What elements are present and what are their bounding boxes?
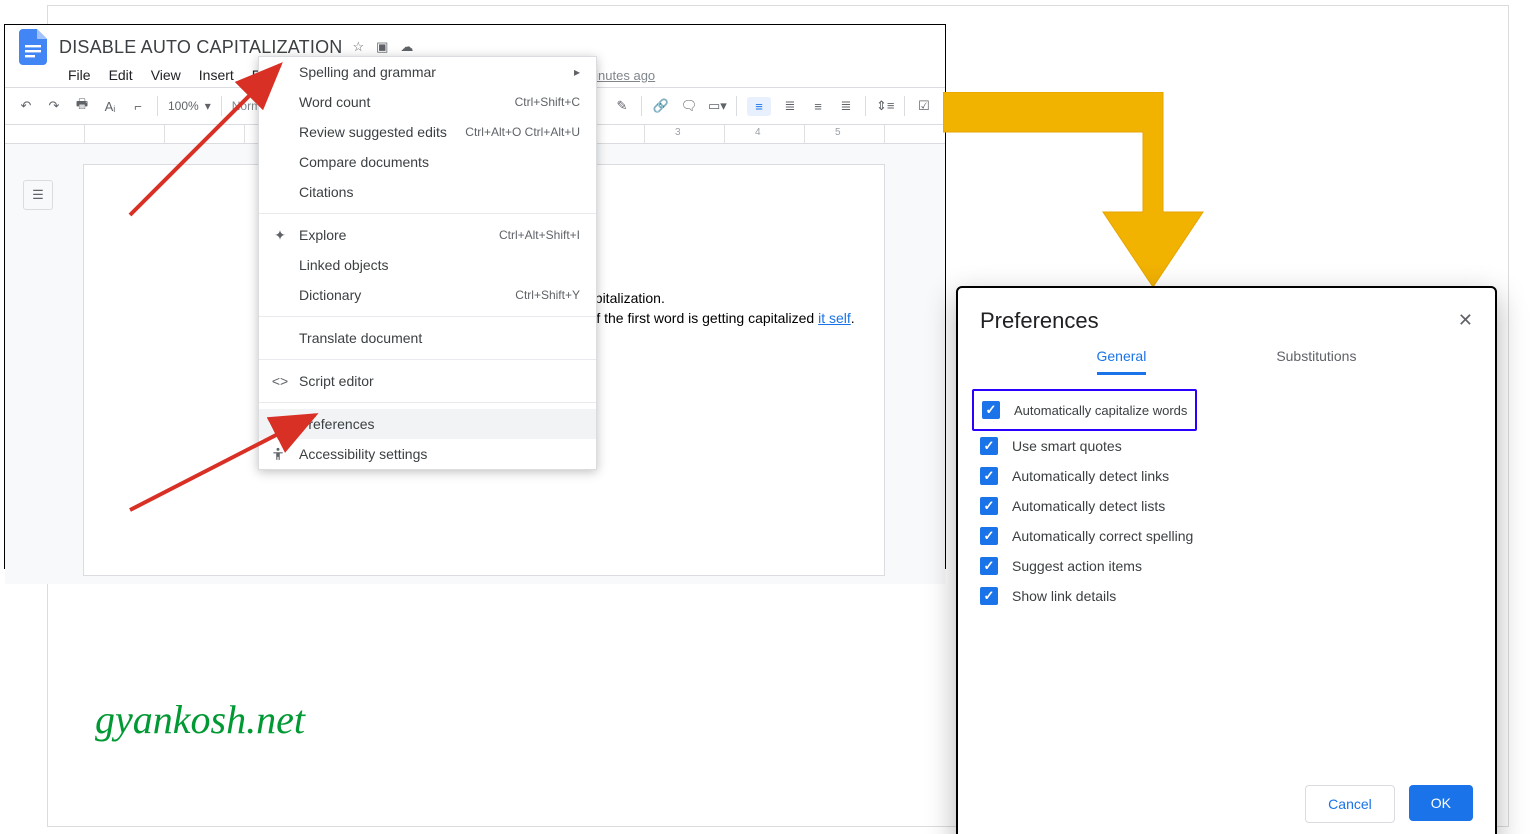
script-editor-icon: <> <box>271 373 289 389</box>
option-label: Suggest action items <box>1012 558 1142 574</box>
checkbox-action-items[interactable]: ✓ <box>980 557 998 575</box>
checklist-icon[interactable]: ☑ <box>915 98 933 114</box>
tools-wordcount[interactable]: Word countCtrl+Shift+C <box>259 87 596 117</box>
tools-compare[interactable]: Compare documents <box>259 147 596 177</box>
redo-icon[interactable]: ↷ <box>45 98 63 114</box>
close-icon[interactable]: ✕ <box>1458 310 1473 331</box>
cancel-button[interactable]: Cancel <box>1305 785 1395 823</box>
align-left-icon[interactable]: ≡ <box>747 97 771 116</box>
checkbox-auto-capitalize[interactable]: ✓ <box>982 401 1000 419</box>
document-outline-icon[interactable]: ☰ <box>23 180 53 210</box>
option-label: Show link details <box>1012 588 1116 604</box>
option-label: Automatically detect lists <box>1012 498 1165 514</box>
option-label: Automatically detect links <box>1012 468 1169 484</box>
tab-general[interactable]: General <box>1097 348 1147 375</box>
annotation-arrow-preferences <box>120 400 330 520</box>
menu-file[interactable]: File <box>61 65 98 85</box>
checkbox-detect-lists[interactable]: ✓ <box>980 497 998 515</box>
insert-image-icon[interactable]: ▭▾ <box>708 98 726 114</box>
checkbox-smart-quotes[interactable]: ✓ <box>980 437 998 455</box>
highlight-auto-capitalize: ✓ Automatically capitalize words <box>972 389 1197 431</box>
checkbox-detect-links[interactable]: ✓ <box>980 467 998 485</box>
align-center-icon[interactable]: ≣ <box>781 98 799 114</box>
checkbox-correct-spelling[interactable]: ✓ <box>980 527 998 545</box>
tools-translate[interactable]: Translate document <box>259 323 596 353</box>
option-label: Use smart quotes <box>1012 438 1122 454</box>
tools-dictionary[interactable]: DictionaryCtrl+Shift+Y <box>259 280 596 310</box>
ok-button[interactable]: OK <box>1409 785 1473 821</box>
print-icon[interactable]: 🖶 <box>73 95 91 117</box>
tools-review-edits[interactable]: Review suggested editsCtrl+Alt+O Ctrl+Al… <box>259 117 596 147</box>
tab-substitutions[interactable]: Substitutions <box>1276 348 1356 375</box>
preferences-dialog: Preferences ✕ General Substitutions ✓ Au… <box>956 286 1497 834</box>
tools-explore[interactable]: ✦ExploreCtrl+Alt+Shift+I <box>259 220 596 250</box>
cloud-status-icon[interactable]: ☁ <box>400 39 413 55</box>
insert-comment-icon[interactable]: 🗨 <box>680 98 698 114</box>
watermark-text: gyankosh.net <box>95 696 305 743</box>
annotation-big-arrow <box>943 92 1254 292</box>
document-body-text: capitalization. r of the first word is g… <box>580 288 855 348</box>
spellcheck-icon[interactable]: Aᵢ <box>101 99 119 114</box>
docs-logo-icon[interactable] <box>17 31 49 63</box>
insert-link-icon[interactable]: 🔗 <box>652 98 670 114</box>
explore-icon: ✦ <box>271 227 289 244</box>
tools-script-editor[interactable]: <>Script editor <box>259 366 596 396</box>
annotation-arrow-tools <box>120 55 300 225</box>
tools-spelling[interactable]: Spelling and grammar▸ <box>259 57 596 87</box>
clear-format-icon[interactable]: ✎ <box>613 98 631 114</box>
align-right-icon[interactable]: ≡ <box>809 99 827 114</box>
tools-linked-objects[interactable]: Linked objects <box>259 250 596 280</box>
star-icon[interactable]: ☆ <box>352 39 364 55</box>
tools-citations[interactable]: Citations <box>259 177 596 207</box>
option-label: Automatically capitalize words <box>1014 403 1187 418</box>
move-icon[interactable]: ▣ <box>376 39 388 55</box>
undo-icon[interactable]: ↶ <box>17 98 35 114</box>
option-label: Automatically correct spelling <box>1012 528 1193 544</box>
checkbox-link-details[interactable]: ✓ <box>980 587 998 605</box>
align-justify-icon[interactable]: ≣ <box>837 98 855 114</box>
preferences-title: Preferences <box>980 308 1473 334</box>
line-spacing-icon[interactable]: ⇕≡ <box>876 98 894 114</box>
